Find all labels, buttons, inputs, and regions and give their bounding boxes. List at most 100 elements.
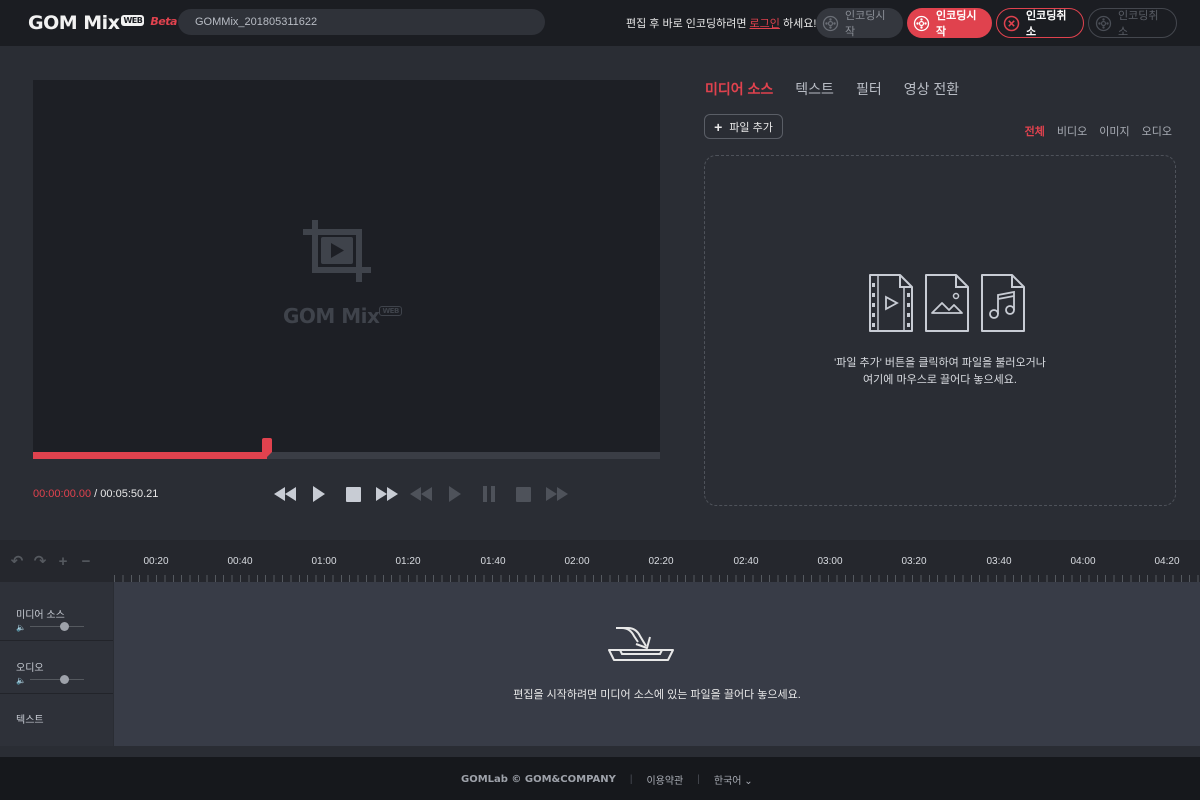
timeline-toolbar: ↶ ↷ + − (0, 540, 113, 582)
beta-label: Beta (150, 15, 177, 28)
encode-start-button[interactable]: 인코딩시작 (907, 8, 992, 38)
ruler-label: 01:20 (395, 556, 421, 567)
encode-start-label: 인코딩시작 (845, 10, 886, 38)
film-reel-icon (822, 15, 839, 32)
add-file-button[interactable]: + 파일 추가 (704, 114, 783, 139)
total-time: 00:05:50.21 (100, 488, 159, 500)
video-preview: GOM Mix WEB (33, 80, 660, 452)
drop-zone-instructions: '파일 추가' 버튼을 클릭하여 파일을 불러오거나 여기에 마우스로 끌어다 놓… (834, 357, 1046, 386)
film-reel-icon (1095, 15, 1112, 32)
terms-link[interactable]: 이용약관 (646, 772, 683, 787)
pause-disabled-button[interactable] (472, 484, 506, 504)
image-file-icon (925, 274, 969, 332)
ruler-ticks (114, 575, 1200, 582)
encode-start-label: 인코딩시작 (936, 10, 977, 38)
track-audio: 오디오 🔈 (0, 642, 113, 694)
company-logo: GOMLab © GOM&COMPANY (461, 774, 616, 785)
stop-icon (515, 486, 531, 502)
plus-icon: + (714, 118, 723, 135)
rewind-disabled-button[interactable] (404, 484, 438, 504)
tab-media-source[interactable]: 미디어 소스 (705, 79, 773, 99)
tab-transition[interactable]: 영상 전환 (904, 79, 959, 99)
volume-slider[interactable]: 🔈 (16, 622, 98, 632)
stop-icon (345, 486, 361, 502)
crop-play-watermark-icon (301, 218, 375, 289)
ruler-label: 01:00 (311, 556, 337, 567)
rewind-button[interactable] (268, 484, 302, 504)
zoom-out-icon[interactable]: − (79, 553, 93, 570)
stop-disabled-button[interactable] (506, 484, 540, 504)
ruler-label: 04:20 (1154, 556, 1180, 567)
filter-image[interactable]: 이미지 (1099, 123, 1129, 139)
current-time: 00:00:00.00 (33, 488, 92, 500)
track-headers: 미디어 소스 🔈 오디오 🔈 텍스트 (0, 582, 113, 746)
media-drop-zone[interactable]: '파일 추가' 버튼을 클릭하여 파일을 불러오거나 여기에 마우스로 끌어다 놓… (704, 155, 1176, 506)
track-label: 오디오 (16, 663, 44, 674)
volume-handle[interactable] (60, 675, 69, 684)
encode-cancel-label: 인코딩취소 (1118, 10, 1159, 38)
video-file-icon (869, 274, 913, 332)
ruler-label: 01:40 (480, 556, 506, 567)
track-label: 텍스트 (16, 715, 44, 726)
ruler-label: 00:40 (227, 556, 253, 567)
project-name-input[interactable] (178, 9, 545, 35)
encode-cancel-label: 인코딩취소 (1026, 10, 1067, 38)
cancel-circle-icon (1003, 15, 1020, 32)
ruler-label: 02:40 (733, 556, 759, 567)
timeline-ruler[interactable]: 00:20 00:40 01:00 01:20 01:40 02:00 02:2… (114, 540, 1200, 582)
rewind-icon (410, 487, 432, 501)
fast-forward-button[interactable] (370, 484, 404, 504)
media-tabs: 미디어 소스 텍스트 필터 영상 전환 (705, 79, 959, 99)
divider: | (697, 774, 700, 785)
login-link[interactable]: 로그인 (750, 18, 780, 30)
watermark-logo: GOM Mix WEB (283, 304, 402, 328)
tab-filter[interactable]: 필터 (856, 79, 882, 99)
time-readout: 00:00:00.00 / 00:05:50.21 (33, 488, 159, 500)
play-icon (449, 486, 461, 502)
scrubber-progress (33, 452, 267, 459)
play-button[interactable] (302, 484, 336, 504)
divider: | (629, 774, 633, 785)
ruler-label: 03:40 (986, 556, 1012, 567)
track-text: 텍스트 (0, 694, 113, 746)
track-label: 미디어 소스 (16, 610, 65, 621)
playback-scrubber[interactable] (33, 438, 660, 459)
language-select[interactable]: 한국어 ⌄ (714, 772, 753, 787)
ruler-label: 02:20 (648, 556, 674, 567)
play-disabled-button[interactable] (438, 484, 472, 504)
encode-cancel-button[interactable]: 인코딩취소 (996, 8, 1084, 38)
pause-icon (483, 486, 495, 502)
app-logo[interactable]: GOM Mix WEB Beta (28, 12, 177, 34)
undo-icon[interactable]: ↶ (10, 553, 24, 570)
footer-links: GOMLab © GOM&COMPANY | 이용약관 | 한국어 ⌄ (461, 772, 753, 787)
audio-file-icon (981, 274, 1025, 332)
logo-web-badge: WEB (121, 15, 145, 26)
drop-zone-icons (867, 272, 1027, 334)
transport-controls (268, 484, 574, 504)
filter-video[interactable]: 비디오 (1057, 123, 1087, 139)
ruler-label: 04:00 (1070, 556, 1096, 567)
ruler-label: 00:20 (143, 556, 169, 567)
rewind-icon (274, 487, 296, 501)
film-reel-icon (913, 15, 930, 32)
media-filter-tabs: 전체 비디오 이미지 오디오 (1025, 123, 1172, 139)
tab-text[interactable]: 텍스트 (795, 79, 834, 99)
speaker-icon: 🔈 (16, 623, 26, 632)
timeline-empty-message: 편집을 시작하려면 미디어 소스에 있는 파일을 끌어다 놓으세요. (513, 689, 801, 701)
encode-cancel-disabled-button[interactable]: 인코딩취소 (1088, 8, 1177, 38)
redo-icon[interactable]: ↷ (33, 553, 47, 570)
stop-button[interactable] (336, 484, 370, 504)
encode-start-disabled-button[interactable]: 인코딩시작 (816, 8, 903, 38)
play-icon (313, 486, 325, 502)
filter-all[interactable]: 전체 (1025, 123, 1045, 139)
login-notice: 편집 후 바로 인코딩하려면 로그인 하세요! (626, 18, 817, 30)
volume-slider[interactable]: 🔈 (16, 675, 98, 685)
volume-handle[interactable] (60, 622, 69, 631)
scrubber-handle[interactable] (261, 438, 272, 457)
speaker-icon: 🔈 (16, 676, 26, 685)
zoom-in-icon[interactable]: + (56, 553, 70, 570)
fast-forward-icon (546, 487, 568, 501)
ruler-label: 02:00 (564, 556, 590, 567)
filter-audio[interactable]: 오디오 (1142, 123, 1172, 139)
fast-forward-disabled-button[interactable] (540, 484, 574, 504)
